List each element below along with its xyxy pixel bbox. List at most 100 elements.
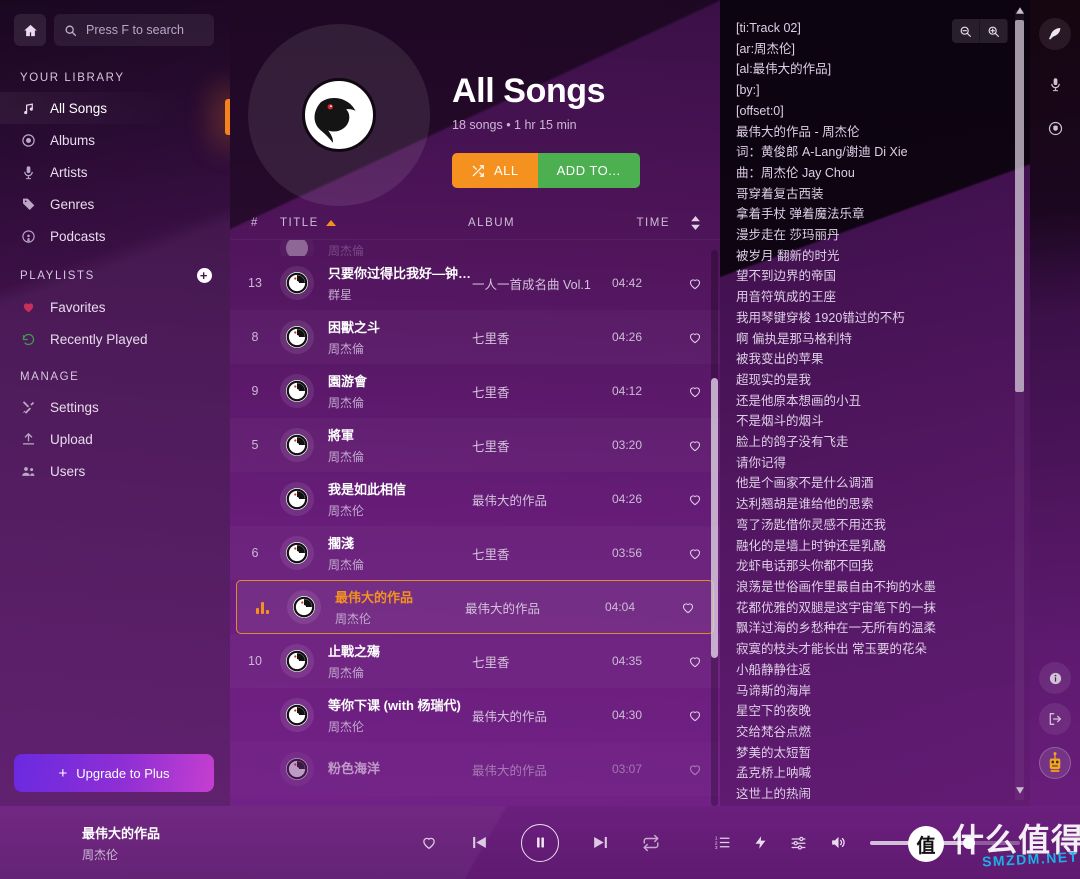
sidebar-item-albums[interactable]: Albums [0, 124, 230, 156]
track-list-scrollbar[interactable] [711, 250, 718, 806]
table-row[interactable]: 9 園游會 周杰倫 七里香 04:12 [230, 364, 720, 418]
sidebar-item-all-songs[interactable]: All Songs [0, 92, 230, 124]
track-list[interactable]: 周杰倫 13 只要你过得比我好—钟镇涛 群星 一人一首成名曲 Vol.1 04:42 8 困… [230, 240, 720, 806]
disc-button[interactable] [1039, 112, 1071, 144]
logout-button[interactable] [1039, 703, 1071, 735]
track-thumbnail[interactable] [280, 428, 314, 462]
repeat-button[interactable] [642, 834, 660, 852]
lyrics-line: 飘洋过海的乡愁种在一无所有的温柔 [736, 621, 937, 636]
table-row[interactable]: 最伟大的作品 周杰伦 最伟大的作品 04:04 [236, 580, 714, 634]
sidebar-item-recently-played[interactable]: Recently Played [0, 323, 230, 355]
feather-button[interactable] [1039, 18, 1071, 50]
lyrics-line: 交给梵谷点燃 [736, 724, 812, 739]
column-header-number[interactable]: # [230, 217, 280, 229]
add-playlist-button[interactable]: + [197, 268, 212, 283]
shuffle-label: ALL [494, 163, 519, 178]
info-icon [1048, 671, 1063, 686]
track-thumbnail[interactable] [280, 752, 314, 786]
table-row[interactable]: 我是如此相信 周杰伦 最伟大的作品 04:26 [230, 472, 720, 526]
table-row[interactable]: 5 將軍 周杰倫 七里香 03:20 [230, 418, 720, 472]
column-header-time[interactable]: TIME [608, 217, 670, 229]
sidebar-item-genres[interactable]: Genres [0, 188, 230, 220]
lyrics-line: 拿着手杖 弹着魔法乐章 [736, 207, 865, 222]
scroll-down-arrow-icon[interactable] [1015, 784, 1024, 796]
zoom-out-icon [959, 25, 972, 38]
sidebar-item-artists[interactable]: Artists [0, 156, 230, 188]
lyrics-zoom-in-button[interactable] [980, 19, 1008, 43]
column-header-title[interactable]: TITLE [280, 217, 468, 229]
disc-icon [286, 380, 308, 402]
table-row[interactable]: 13 只要你过得比我好—钟镇涛 群星 一人一首成名曲 Vol.1 04:42 [230, 256, 720, 310]
track-number: 9 [251, 384, 259, 398]
equalizer-button[interactable] [790, 834, 807, 851]
svg-text:1: 1 [715, 836, 718, 842]
sidebar-item-podcasts[interactable]: Podcasts [0, 220, 230, 252]
manage-heading: MANAGE [20, 371, 80, 383]
search-input[interactable]: Press F to search [54, 14, 214, 46]
sidebar-item-upload[interactable]: Upload [0, 423, 230, 455]
track-time: 03:07 [612, 762, 643, 776]
track-album: 一人一首成名曲 Vol.1 [472, 277, 591, 292]
track-number: 8 [251, 330, 259, 344]
track-artist: 周杰倫 [328, 243, 365, 257]
track-time: 03:56 [612, 546, 643, 560]
lightning-button[interactable] [753, 834, 768, 851]
queue-button[interactable]: 123 [714, 834, 731, 851]
sidebar-item-settings[interactable]: Settings [0, 391, 230, 423]
info-button[interactable] [1039, 662, 1071, 694]
table-row[interactable]: 等你下课 (with 杨瑞代) 周杰伦 最伟大的作品 04:30 [230, 688, 720, 742]
track-artist: 群星 [328, 288, 353, 302]
table-row[interactable]: 8 困獸之斗 周杰倫 七里香 04:26 [230, 310, 720, 364]
track-thumbnail[interactable] [280, 266, 314, 300]
shuffle-all-button[interactable]: ALL [452, 153, 538, 188]
sidebar-item-label: Genres [50, 196, 95, 212]
music-app-window: Press F to search YOUR LIBRARY All Songs… [0, 0, 1080, 879]
lyrics-line: [al:最伟大的作品] [736, 62, 832, 77]
track-favorite-button[interactable] [663, 600, 713, 615]
column-header-album[interactable]: ALBUM [468, 217, 608, 229]
favorite-button[interactable] [420, 834, 438, 851]
next-track-button[interactable] [591, 833, 610, 852]
track-artist: 周杰倫 [328, 450, 365, 464]
lyrics-scrollbar[interactable] [1015, 6, 1024, 800]
sidebar-item-favorites[interactable]: Favorites [0, 291, 230, 323]
upgrade-to-plus-button[interactable]: + Upgrade to Plus [14, 754, 214, 792]
table-row[interactable]: 粉色海洋 最伟大的作品 03:07 [230, 742, 720, 796]
lyrics-zoom-out-button[interactable] [952, 19, 980, 43]
volume-button[interactable] [829, 834, 848, 851]
track-thumbnail[interactable] [287, 590, 321, 624]
microphone-button[interactable] [1039, 68, 1071, 100]
home-button[interactable] [14, 14, 46, 46]
podcast-icon [20, 229, 37, 244]
table-row[interactable]: 周杰倫 [230, 240, 720, 256]
track-thumbnail[interactable] [280, 698, 314, 732]
track-thumbnail[interactable] [280, 482, 314, 516]
track-thumbnail[interactable] [280, 320, 314, 354]
robot-avatar[interactable] [1039, 747, 1071, 779]
track-number: 13 [248, 276, 262, 290]
add-to-button[interactable]: ADD TO... [537, 153, 640, 188]
table-row[interactable]: 10 止戰之殤 周杰倫 七里香 04:35 [230, 634, 720, 688]
track-main: 只要你过得比我好—钟镇涛 群星 [328, 263, 472, 303]
home-icon [23, 23, 38, 38]
play-pause-button[interactable] [521, 823, 559, 862]
table-row[interactable]: 6 擱淺 周杰倫 七里香 03:56 [230, 526, 720, 580]
previous-track-button[interactable] [470, 833, 489, 852]
track-thumbnail[interactable] [280, 644, 314, 678]
lyrics-panel[interactable]: [ti:Track 02] [ar:周杰伦] [al:最伟大的作品] [by:] [of… [720, 0, 1030, 806]
disc-icon [293, 596, 315, 618]
scrollbar-thumb[interactable] [711, 378, 718, 658]
column-sort-toggle[interactable] [670, 215, 720, 230]
sidebar-item-users[interactable]: Users [0, 455, 230, 487]
lyrics-line: 龙虾电话那头你都不回我 [736, 559, 874, 574]
track-thumbnail[interactable] [280, 374, 314, 408]
tools-icon [20, 400, 37, 415]
scroll-up-arrow-icon[interactable] [1015, 4, 1024, 16]
tag-icon [20, 196, 37, 212]
track-title: 困獸之斗 [328, 320, 381, 335]
scrollbar-thumb[interactable] [1015, 20, 1024, 392]
track-thumbnail[interactable] [280, 536, 314, 570]
track-time: 04:12 [612, 384, 643, 398]
playlists-heading-row: PLAYLISTS + [0, 252, 230, 291]
lyrics-line: 寂寞的枝头才能长出 常玉要的花朵 [736, 642, 927, 657]
